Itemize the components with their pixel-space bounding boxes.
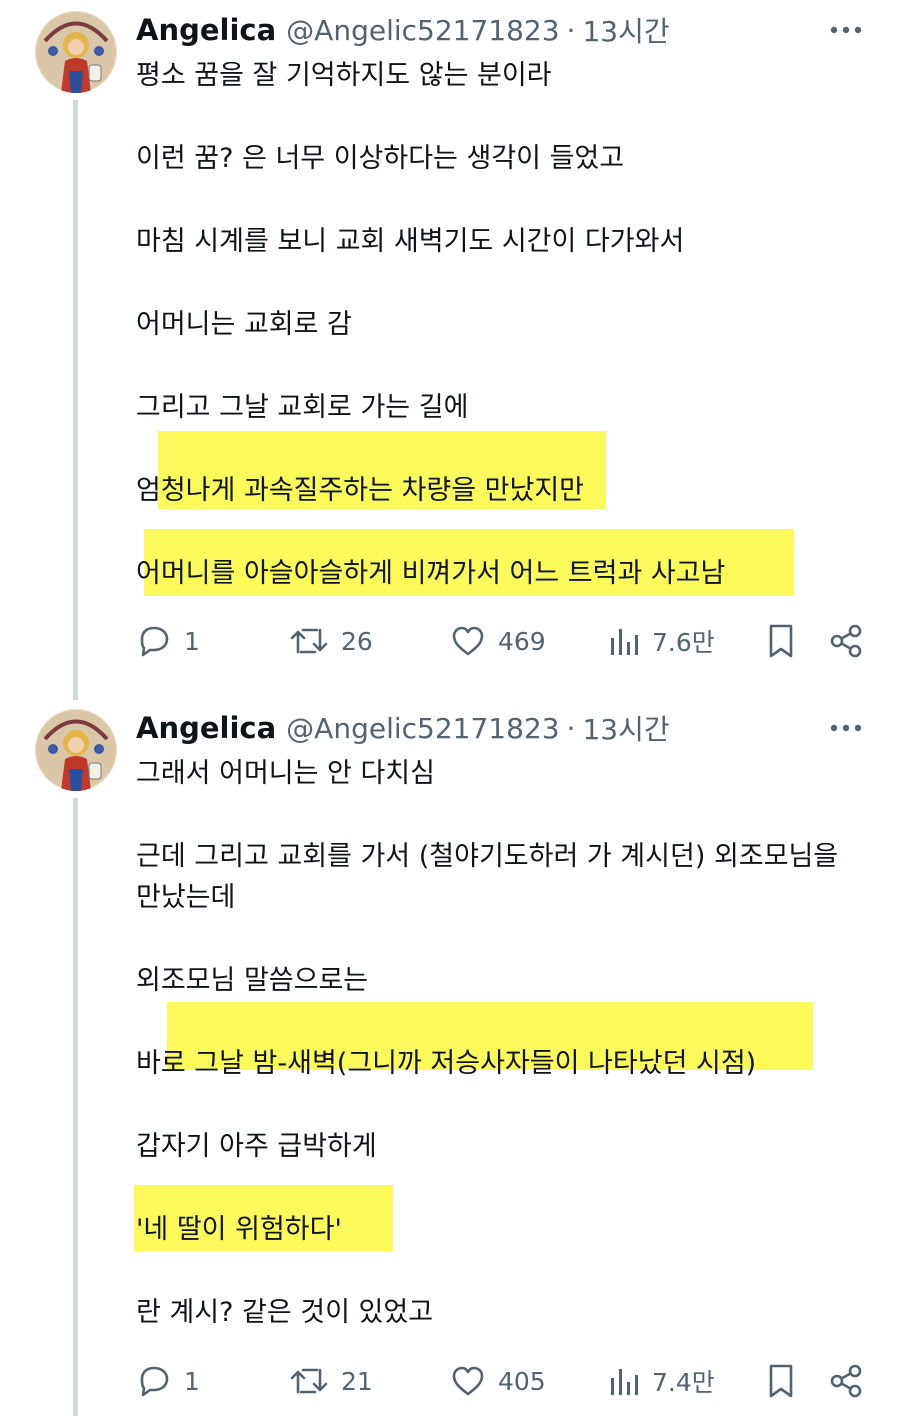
tweet[interactable]: Angelica @Angelic52171823 · 13시간 평소 꿈을 잘… bbox=[0, 0, 900, 690]
separator-dot: · bbox=[566, 711, 576, 745]
tweet-text-line: 그리고 그날 교회로 가는 길에 bbox=[136, 392, 469, 423]
tweet-text-line: 만났는데 bbox=[136, 882, 236, 913]
tweet-text-line: 평소 꿈을 잘 기억하지도 않는 분이라 bbox=[136, 60, 552, 91]
views-button[interactable]: 7.6만 bbox=[608, 616, 715, 666]
tweet-text-line: 갑자기 아주 급박하게 bbox=[136, 1131, 377, 1162]
reply-count: 1 bbox=[184, 626, 200, 656]
retweet-icon bbox=[290, 1368, 328, 1394]
avatar[interactable] bbox=[35, 11, 117, 93]
tweet-text-line: 외조모님 말씀으로는 bbox=[136, 965, 369, 996]
author-handle[interactable]: @Angelic52171823 bbox=[286, 14, 559, 47]
retweet-button[interactable]: 21 bbox=[289, 1356, 373, 1406]
author-name[interactable]: Angelica bbox=[136, 711, 276, 745]
bookmark-icon bbox=[769, 1364, 793, 1398]
tweet-text-line: 엄청나게 과속질주하는 차량을 만났지만 bbox=[136, 475, 585, 506]
tweet-text-line: 어머니를 아슬아슬하게 비껴가서 어느 트럭과 사고남 bbox=[136, 558, 726, 589]
share-button[interactable] bbox=[828, 1356, 864, 1406]
share-icon bbox=[830, 1364, 862, 1398]
views-count: 7.4만 bbox=[652, 1368, 715, 1397]
like-button[interactable]: 405 bbox=[450, 1356, 546, 1406]
reply-button[interactable]: 1 bbox=[136, 1356, 200, 1406]
saint-portrait-avatar-image bbox=[35, 11, 117, 93]
saint-portrait-avatar-image bbox=[35, 709, 117, 791]
tweet-header: Angelica @Angelic52171823 · 13시간 bbox=[136, 8, 670, 52]
timestamp[interactable]: 13시간 bbox=[582, 10, 669, 50]
timestamp[interactable]: 13시간 bbox=[582, 708, 669, 748]
more-button[interactable] bbox=[829, 718, 863, 738]
heart-icon bbox=[452, 626, 484, 656]
tweet-text-line: '네 딸이 위험하다' bbox=[136, 1214, 342, 1245]
tweet-text-line: 어머니는 교회로 감 bbox=[136, 309, 352, 340]
more-horizontal-icon bbox=[830, 724, 862, 732]
retweet-icon bbox=[290, 628, 328, 654]
bookmark-button[interactable] bbox=[765, 1356, 797, 1406]
action-bar: 1 26 469 7.6만 bbox=[0, 616, 900, 666]
tweet-text-line: 마침 시계를 보니 교회 새벽기도 시간이 다가와서 bbox=[136, 226, 685, 257]
action-bar: 1 21 405 7.4만 bbox=[0, 1356, 900, 1406]
avatar[interactable] bbox=[35, 709, 117, 791]
tweet[interactable]: Angelica @Angelic52171823 · 13시간 그래서 어머니… bbox=[0, 698, 900, 1416]
bookmark-button[interactable] bbox=[765, 616, 797, 666]
share-icon bbox=[830, 624, 862, 658]
more-horizontal-icon bbox=[830, 26, 862, 34]
share-button[interactable] bbox=[828, 616, 864, 666]
like-count: 405 bbox=[498, 1366, 546, 1396]
bookmark-icon bbox=[769, 624, 793, 658]
retweet-button[interactable]: 26 bbox=[289, 616, 373, 666]
retweet-count: 26 bbox=[341, 626, 373, 656]
views-bar-chart-icon bbox=[611, 1369, 638, 1395]
tweet-header: Angelica @Angelic52171823 · 13시간 bbox=[136, 706, 670, 750]
reply-button[interactable]: 1 bbox=[136, 616, 200, 666]
retweet-count: 21 bbox=[341, 1366, 373, 1396]
separator-dot: · bbox=[566, 13, 576, 47]
views-bar-chart-icon bbox=[611, 629, 638, 655]
reply-count: 1 bbox=[184, 1366, 200, 1396]
tweet-text-line: 란 계시? 같은 것이 있었고 bbox=[136, 1297, 434, 1328]
views-button[interactable]: 7.4만 bbox=[608, 1356, 715, 1406]
reply-bubble-icon bbox=[140, 626, 169, 657]
tweet-text-line: 이런 꿈? 은 너무 이상하다는 생각이 들었고 bbox=[136, 143, 625, 174]
reply-bubble-icon bbox=[140, 1366, 169, 1397]
heart-icon bbox=[452, 1366, 484, 1396]
views-count: 7.6만 bbox=[652, 628, 715, 657]
like-count: 469 bbox=[498, 626, 546, 656]
more-button[interactable] bbox=[829, 20, 863, 40]
author-name[interactable]: Angelica bbox=[136, 13, 276, 47]
like-button[interactable]: 469 bbox=[450, 616, 546, 666]
tweet-text-line: 그래서 어머니는 안 다치심 bbox=[136, 758, 435, 789]
tweet-text-line: 바로 그날 밤-새벽(그니까 저승사자들이 나타났던 시점) bbox=[136, 1048, 757, 1079]
tweet-text-line: 근데 그리고 교회를 가서 (철야기도하러 가 계시던) 외조모님을 bbox=[136, 841, 839, 872]
author-handle[interactable]: @Angelic52171823 bbox=[286, 712, 559, 745]
